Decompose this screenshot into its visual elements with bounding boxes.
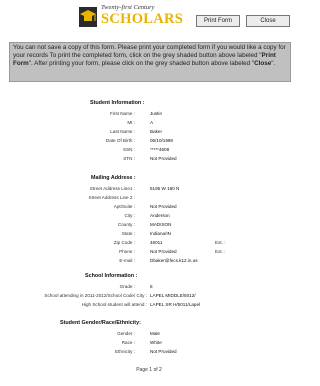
graduation-cap-icon — [79, 7, 97, 27]
zip-value: 46011 — [150, 240, 163, 245]
city-value: Anderson — [150, 213, 170, 218]
last-name-label: Last Name : — [110, 129, 135, 134]
race-label: Race : — [121, 340, 135, 345]
county-value: MADISON — [150, 222, 172, 227]
apt-label-row: Apt/Suite : — [0, 203, 135, 211]
dob-value: 06/10/1998 — [150, 138, 173, 143]
street2-label-row: Street Address Line 2 : — [0, 194, 135, 202]
state-value: Indiana/IN — [150, 231, 171, 236]
school-attending-label-row: School attending in 2011-2012/School Cod… — [0, 292, 147, 300]
phone-label-row: Phone : — [0, 248, 135, 256]
grade-label-row: Grade : — [0, 283, 135, 291]
grade-value: 8 — [150, 284, 153, 289]
ssn-label-row: SSN : — [0, 146, 135, 154]
email-label-row: E-mail : — [0, 257, 135, 265]
gender-label-row: Gender : — [0, 330, 135, 338]
mi-label: MI : — [127, 120, 135, 125]
high-school-label: High School student will attend : — [81, 302, 147, 307]
school-attending-value: LAPEL MIDDLE/5012/ — [150, 293, 196, 298]
mi-label-row: MI : — [0, 119, 135, 127]
header: Twenty-first Century SCHOLARS Print Form… — [0, 0, 298, 40]
ethnicity-value: Not Provided — [150, 349, 177, 354]
high-school-value: LAPEL SR H/5011/Lapel — [150, 302, 201, 307]
notice-text-2: ". After printing your form, please clic… — [28, 59, 255, 67]
street2-label: Street Address Line 2 : — [88, 195, 135, 200]
email-value: Dbaker@fecs.k12.in.us — [150, 258, 198, 263]
street1-label-row: Street Address Line1 : — [0, 185, 135, 193]
student-info-heading: Student Information : — [90, 100, 145, 106]
notice-close-bold: Close — [254, 59, 272, 67]
ethnicity-label: Ethnicity : — [115, 349, 135, 354]
street1-label: Street Address Line1 : — [89, 186, 135, 191]
gender-label: Gender : — [117, 331, 135, 336]
zip-label-row: Zip Code : — [0, 239, 135, 247]
last-name-value: Baker — [150, 129, 163, 134]
dob-label-row: Date Of Birth : — [0, 137, 135, 145]
first-name-label: First Name : — [109, 111, 135, 116]
first-name-value: Justin — [150, 111, 163, 116]
grade-label: Grade : — [119, 284, 135, 289]
stn-value: Not Provided — [150, 156, 177, 161]
race-value: White — [150, 340, 162, 345]
street1-value: 6195 W 180 N — [150, 186, 180, 191]
email-label: E-mail : — [119, 258, 135, 263]
ethnicity-label-row: Ethnicity : — [0, 348, 135, 356]
county-label: County : — [117, 222, 135, 227]
first-name-label-row: First Name : — [0, 110, 135, 118]
race-label-row: Race : — [0, 339, 135, 347]
logo-name: SCHOLARS — [101, 11, 184, 27]
scholars-logo: Twenty-first Century SCHOLARS — [75, 2, 183, 34]
ssn-value: *****4608 — [150, 147, 170, 152]
mi-value: A — [150, 120, 154, 125]
stn-label: STN : — [123, 156, 135, 161]
zip-label: Zip Code : — [113, 240, 135, 245]
print-form-button[interactable]: Print Form — [196, 15, 240, 27]
gender-race-heading: Student Gender/Race/Ethnicity: — [60, 320, 141, 326]
county-label-row: County : — [0, 221, 135, 229]
ssn-label: SSN : — [123, 147, 135, 152]
stn-label-row: STN : — [0, 155, 135, 163]
notice-text-3: ". — [271, 59, 276, 67]
last-name-label-row: Last Name : — [0, 128, 135, 136]
notice-text-1: You can not save a copy of this form. Pl… — [13, 44, 286, 59]
dob-label: Date Of Birth : — [105, 138, 135, 143]
high-school-label-row: High School student will attend : — [0, 301, 147, 309]
school-attending-label: School attending in 2011-2012/School Cod… — [44, 293, 147, 298]
state-label: State : — [121, 231, 135, 236]
zip-ext-label: Ext. : — [215, 240, 226, 245]
state-label-row: State : — [0, 230, 135, 238]
apt-label: Apt/Suite : — [113, 204, 135, 209]
phone-label: Phone : — [119, 249, 135, 254]
print-notice: You can not save a copy of this form. Pl… — [9, 42, 291, 82]
phone-ext-label: Ext. : — [215, 249, 226, 254]
page-number: Page 1 of 2 — [136, 367, 162, 373]
city-label-row: City : — [0, 212, 135, 220]
gender-value: Male — [150, 331, 160, 336]
phone-value: Not Provided — [150, 249, 177, 254]
logo-tagline: Twenty-first Century — [101, 4, 155, 11]
city-label: City : — [124, 213, 135, 218]
apt-value: Not Provided — [150, 204, 177, 209]
school-info-heading: School Information : — [85, 273, 138, 279]
mailing-address-heading: Mailing Address : — [91, 175, 136, 181]
close-button[interactable]: Close — [246, 15, 290, 27]
